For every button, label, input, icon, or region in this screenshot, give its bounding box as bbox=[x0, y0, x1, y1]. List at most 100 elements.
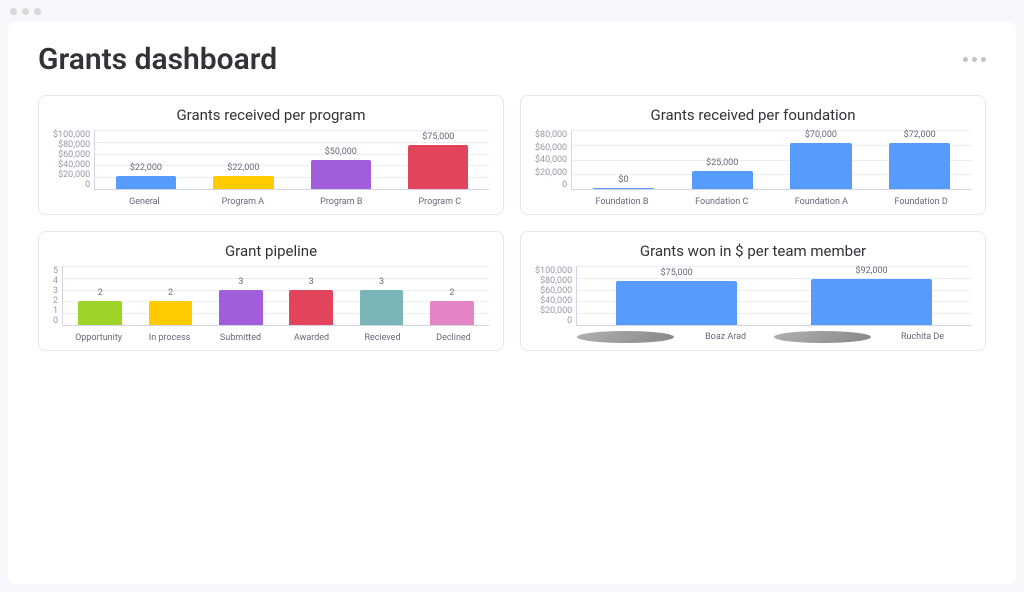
bar-rect bbox=[593, 188, 654, 189]
bar-rect bbox=[889, 143, 950, 189]
bar-value-label: $75,000 bbox=[661, 268, 693, 278]
chart-card-per-foundation: Grants received per foundation $80,000$6… bbox=[520, 95, 986, 215]
bar[interactable]: 3 bbox=[206, 266, 276, 325]
bar-rect bbox=[408, 145, 468, 189]
bar-plot[interactable]: $0$25,000$70,000$72,000Foundation BFound… bbox=[571, 130, 971, 190]
y-tick-label: $20,000 bbox=[535, 168, 567, 178]
chart-title: Grants received per foundation bbox=[535, 106, 971, 124]
window-dot bbox=[22, 8, 29, 15]
bar[interactable]: 2 bbox=[135, 266, 205, 325]
x-tick-label: Boaz Arad bbox=[577, 331, 774, 343]
bar-value-label: 2 bbox=[98, 288, 103, 298]
y-axis: 543210 bbox=[53, 266, 62, 344]
window-dot bbox=[10, 8, 17, 15]
y-tick-label: $100,000 bbox=[53, 130, 90, 140]
avatar-icon bbox=[774, 331, 871, 343]
bar-plot[interactable]: 223332OpportunityIn processSubmittedAwar… bbox=[62, 266, 489, 326]
bar-value-label: $92,000 bbox=[855, 266, 887, 276]
x-tick-label: Foundation D bbox=[871, 197, 971, 207]
x-tick-label: Opportunity bbox=[63, 333, 134, 343]
bar-value-label: $25,000 bbox=[706, 158, 738, 168]
y-tick-label: $60,000 bbox=[58, 150, 90, 160]
chart-card-per-program: Grants received per program $100,000$80,… bbox=[38, 95, 504, 215]
bar[interactable]: $75,000 bbox=[390, 130, 487, 189]
chart-title: Grants received per program bbox=[53, 106, 489, 124]
bar-rect bbox=[78, 301, 122, 325]
chart-area: $100,000$80,000$60,000$40,000$20,0000 $7… bbox=[535, 266, 971, 344]
x-axis: Boaz AradRuchita De bbox=[577, 331, 971, 343]
bar-rect bbox=[430, 301, 474, 325]
y-tick-label: 1 bbox=[53, 306, 58, 316]
x-tick-label: Program B bbox=[292, 197, 390, 207]
bar-rect bbox=[360, 290, 404, 325]
bar[interactable]: 2 bbox=[65, 266, 135, 325]
y-tick-label: $40,000 bbox=[540, 296, 572, 306]
more-options-button[interactable] bbox=[963, 57, 986, 62]
y-tick-label: 0 bbox=[85, 180, 90, 190]
y-tick-label: $80,000 bbox=[58, 140, 90, 150]
y-tick-label: 4 bbox=[53, 276, 58, 286]
bar-value-label: 3 bbox=[309, 277, 314, 287]
bar[interactable]: $50,000 bbox=[292, 130, 389, 189]
bar[interactable]: 2 bbox=[417, 266, 487, 325]
y-tick-label: $60,000 bbox=[535, 143, 567, 153]
bar[interactable]: $0 bbox=[574, 130, 673, 189]
y-tick-label: $20,000 bbox=[58, 170, 90, 180]
x-tick-label: Foundation B bbox=[572, 197, 672, 207]
x-tick-label: Foundation C bbox=[672, 197, 772, 207]
x-tick-label: Foundation A bbox=[772, 197, 872, 207]
bar-value-label: $72,000 bbox=[904, 130, 936, 140]
bar-rect bbox=[811, 279, 932, 325]
bar-rect bbox=[219, 290, 263, 325]
bar-value-label: $22,000 bbox=[227, 163, 259, 173]
bar[interactable]: $70,000 bbox=[772, 130, 871, 189]
chart-area: $100,000$80,000$60,000$40,000$20,0000 $2… bbox=[53, 130, 489, 208]
bar-plot[interactable]: $75,000$92,000Boaz AradRuchita De bbox=[576, 266, 971, 326]
bar-rect bbox=[692, 171, 753, 189]
bar-value-label: $0 bbox=[618, 175, 628, 185]
chart-area: $80,000$60,000$40,000$20,0000 $0$25,000$… bbox=[535, 130, 971, 208]
chart-card-per-member: Grants won in $ per team member $100,000… bbox=[520, 231, 986, 351]
bar[interactable]: $75,000 bbox=[579, 266, 774, 325]
bar-rect bbox=[790, 143, 851, 189]
y-tick-label: 0 bbox=[562, 180, 567, 190]
x-tick-label: Submitted bbox=[205, 333, 276, 343]
chart-title: Grants won in $ per team member bbox=[535, 242, 971, 260]
bar[interactable]: $72,000 bbox=[870, 130, 969, 189]
bar[interactable]: $25,000 bbox=[673, 130, 772, 189]
dots-icon bbox=[981, 57, 986, 62]
bar[interactable]: $22,000 bbox=[195, 130, 292, 189]
x-tick-label: In process bbox=[134, 333, 205, 343]
page-title: Grants dashboard bbox=[38, 42, 277, 77]
bar-value-label: $75,000 bbox=[422, 132, 454, 142]
y-tick-label: 2 bbox=[53, 296, 58, 306]
bar-value-label: 2 bbox=[168, 288, 173, 298]
bar-rect bbox=[213, 176, 273, 189]
chart-title: Grant pipeline bbox=[53, 242, 489, 260]
chart-card-pipeline: Grant pipeline 543210 2 2 3 3 3 2 OpportunityI… bbox=[38, 231, 504, 351]
y-axis: $80,000$60,000$40,000$20,0000 bbox=[535, 130, 571, 208]
y-tick-label: 0 bbox=[53, 316, 58, 326]
dots-icon bbox=[972, 57, 977, 62]
bar[interactable]: 3 bbox=[276, 266, 346, 325]
x-tick-label: Awarded bbox=[276, 333, 347, 343]
x-tick-label: Program A bbox=[194, 197, 292, 207]
y-tick-label: $80,000 bbox=[540, 276, 572, 286]
bar-value-label: 2 bbox=[449, 288, 454, 298]
bar[interactable]: $92,000 bbox=[774, 266, 969, 325]
bar[interactable]: $22,000 bbox=[97, 130, 194, 189]
bar-rect bbox=[289, 290, 333, 325]
bar-rect bbox=[616, 281, 737, 325]
x-tick-label: Ruchita De bbox=[774, 331, 971, 343]
bar-rect bbox=[149, 301, 193, 325]
bar-plot[interactable]: $22,000$22,000$50,000$75,000GeneralProgr… bbox=[94, 130, 489, 190]
y-tick-label: $40,000 bbox=[58, 160, 90, 170]
y-tick-label: 0 bbox=[567, 316, 572, 326]
x-axis: OpportunityIn processSubmittedAwardedRec… bbox=[63, 333, 489, 343]
bar-rect bbox=[311, 160, 371, 190]
bar-value-label: $70,000 bbox=[805, 130, 837, 140]
y-tick-label: $40,000 bbox=[535, 155, 567, 165]
bar[interactable]: 3 bbox=[346, 266, 416, 325]
y-axis: $100,000$80,000$60,000$40,000$20,0000 bbox=[53, 130, 94, 208]
x-tick-label: Recieved bbox=[347, 333, 418, 343]
